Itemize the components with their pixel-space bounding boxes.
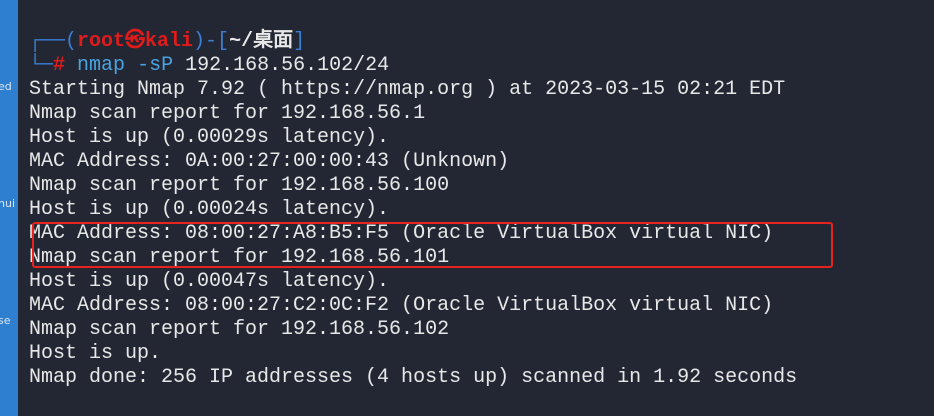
output-line: Starting Nmap 7.92 ( https://nmap.org ) … (29, 78, 786, 101)
output-line: Host is up (0.00047s latency). (29, 270, 390, 293)
output-line: Nmap scan report for 192.168.56.100 (29, 174, 450, 197)
highlight-box (32, 222, 833, 268)
desktop-strip: ed hui se (0, 0, 18, 416)
terminal[interactable]: ┌──(root㉿kali)-[~/桌面] └─# nmap -sP 192.1… (18, 0, 934, 416)
output-line: Host is up (0.00024s latency). (29, 198, 390, 221)
prompt-dir: ~/桌面 (229, 30, 294, 53)
prompt-host: kali (145, 30, 194, 53)
output-line: MAC Address: 0A:00:27:00:00:43 (Unknown) (29, 150, 510, 173)
command-target: 192.168.56.102/24 (185, 54, 390, 77)
desktop-label[interactable]: hui (0, 197, 15, 210)
prompt-line-1: ┌──(root㉿kali)-[~/桌面] (29, 30, 306, 53)
command: nmap (77, 54, 126, 77)
output-line: Host is up. (29, 342, 162, 365)
prompt-at-symbol: ㉿ (125, 30, 146, 53)
output-line: Nmap scan report for 192.168.56.1 (29, 102, 426, 125)
prompt-hash: # (53, 54, 66, 77)
desktop-label[interactable]: se (0, 314, 11, 327)
output-line: Host is up (0.00029s latency). (29, 126, 390, 149)
command-flags: -sP (137, 54, 174, 77)
desktop-label[interactable]: ed (0, 80, 12, 93)
prompt-user: root (77, 30, 126, 53)
output-line: Nmap scan report for 192.168.56.102 (29, 318, 450, 341)
prompt-line-2: └─# nmap -sP 192.168.56.102/24 (29, 54, 390, 77)
output-line: Nmap done: 256 IP addresses (4 hosts up)… (29, 366, 798, 389)
output-line: MAC Address: 08:00:27:C2:0C:F2 (Oracle V… (29, 294, 774, 317)
